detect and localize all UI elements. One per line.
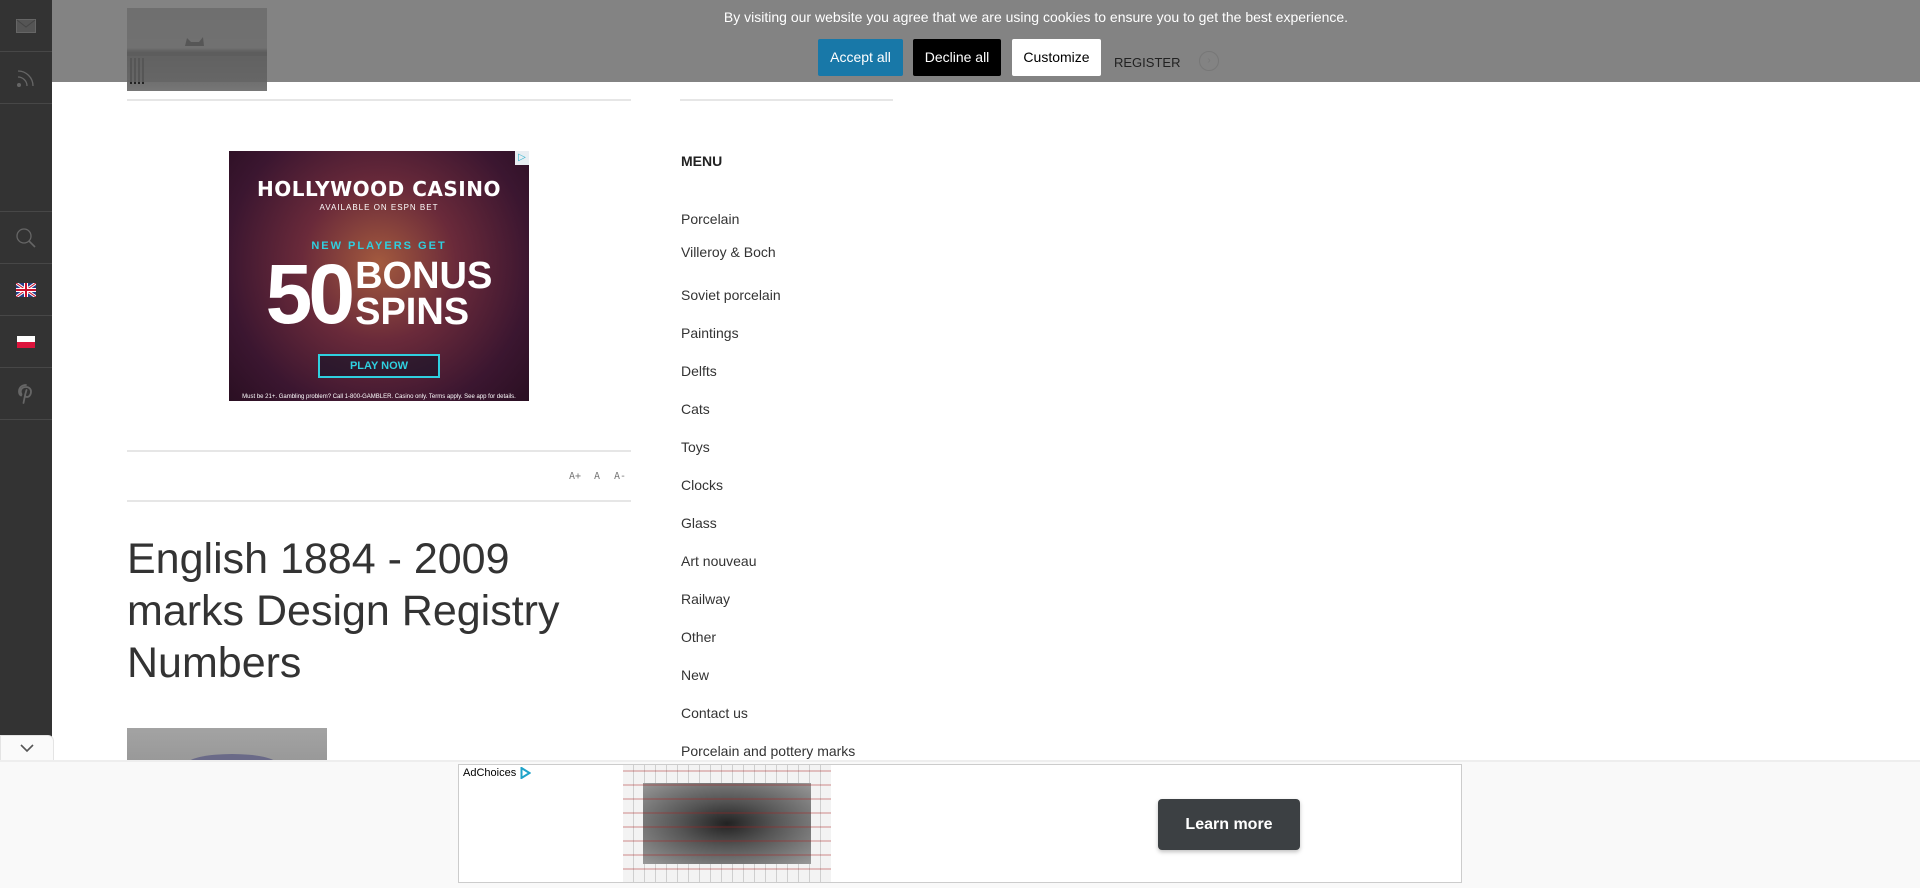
ad-choices-icon[interactable]: ▷ [515,151,529,165]
ad-play-now-button[interactable]: PLAY NOW [318,354,440,378]
accept-all-button[interactable]: Accept all [818,39,903,76]
font-increase-button[interactable]: A+ [569,471,581,482]
menu-item-soviet-porcelain[interactable]: Soviet porcelain [681,287,781,303]
search-button[interactable] [0,212,52,264]
menu-item-toys[interactable]: Toys [681,439,710,455]
rss-icon [17,69,34,87]
collapse-bottom-bar-button[interactable] [0,735,54,761]
ad-fine-print: Must be 21+. Gambling problem? Call 1-80… [242,394,516,400]
menu-item-delfts[interactable]: Delfts [681,363,717,379]
adchoices-label: AdChoices [463,767,517,779]
ad-offer: 50 BONUS SPINS [229,247,529,341]
menu-item-railway[interactable]: Railway [681,591,730,607]
ad-subtitle: AVAILABLE ON ESPN BET [319,203,439,212]
mail-icon [16,18,36,33]
rss-button[interactable] [0,52,52,104]
menu-item-art-nouveau[interactable]: Art nouveau [681,553,757,569]
chevron-down-icon [20,744,34,753]
cookie-message: By visiting our website you agree that w… [723,9,1349,25]
menu-item-porcelain[interactable]: Porcelain [681,211,739,227]
left-sidebar [0,0,52,760]
divider [680,99,893,101]
divider [127,99,631,101]
menu-item-new[interactable]: New [681,667,709,683]
flag-uk-icon [16,282,36,297]
menu-item-clocks[interactable]: Clocks [681,477,723,493]
menu-item-cats[interactable]: Cats [681,401,710,417]
sidebar-spacer [0,104,52,212]
mail-button[interactable] [0,0,52,52]
font-normal-button[interactable]: A [594,471,600,482]
bottom-ad[interactable]: AdChoices Learn more [458,764,1462,883]
menu-item-paintings[interactable]: Paintings [681,325,739,341]
search-icon [16,227,36,248]
decline-all-button[interactable]: Decline all [913,39,1001,76]
ad-brand: HOLLYWOOD CASINO [257,177,501,201]
article-image[interactable] [127,728,327,760]
language-polish-button[interactable] [0,316,52,368]
divider [127,450,631,452]
language-english-button[interactable] [0,264,52,316]
menu-heading: MENU [681,153,723,169]
casino-ad[interactable]: ▷ HOLLYWOOD CASINO AVAILABLE ON ESPN BET… [229,151,529,401]
ad-offer-number: 50 [265,247,355,341]
menu-item-glass[interactable]: Glass [681,515,717,531]
learn-more-button[interactable]: Learn more [1158,799,1300,850]
adchoices-icon [520,767,532,779]
pinterest-icon [18,383,32,404]
ad-offer-line2: SPINS [355,291,470,333]
menu-item-contact-us[interactable]: Contact us [681,705,748,721]
flag-pl-icon [17,335,35,348]
register-link[interactable]: REGISTER [1114,55,1180,70]
chevron-right-icon[interactable]: › [1199,51,1219,71]
page-title: English 1884 - 2009 marks Design Registr… [127,535,560,687]
font-decrease-button[interactable]: A- [614,471,626,482]
menu-item-other[interactable]: Other [681,629,716,645]
menu-item-villeroy-boch[interactable]: Villeroy & Boch [681,244,776,260]
menu-item-porcelain-pottery-marks[interactable]: Porcelain and pottery marks [681,743,855,759]
divider [127,500,631,502]
mahjong-ad-image[interactable] [623,765,831,882]
adchoices-link[interactable]: AdChoices [463,767,532,779]
customize-button[interactable]: Customize [1012,39,1101,76]
ad-offer-text: BONUS SPINS [355,257,492,333]
pinterest-button[interactable] [0,368,52,420]
